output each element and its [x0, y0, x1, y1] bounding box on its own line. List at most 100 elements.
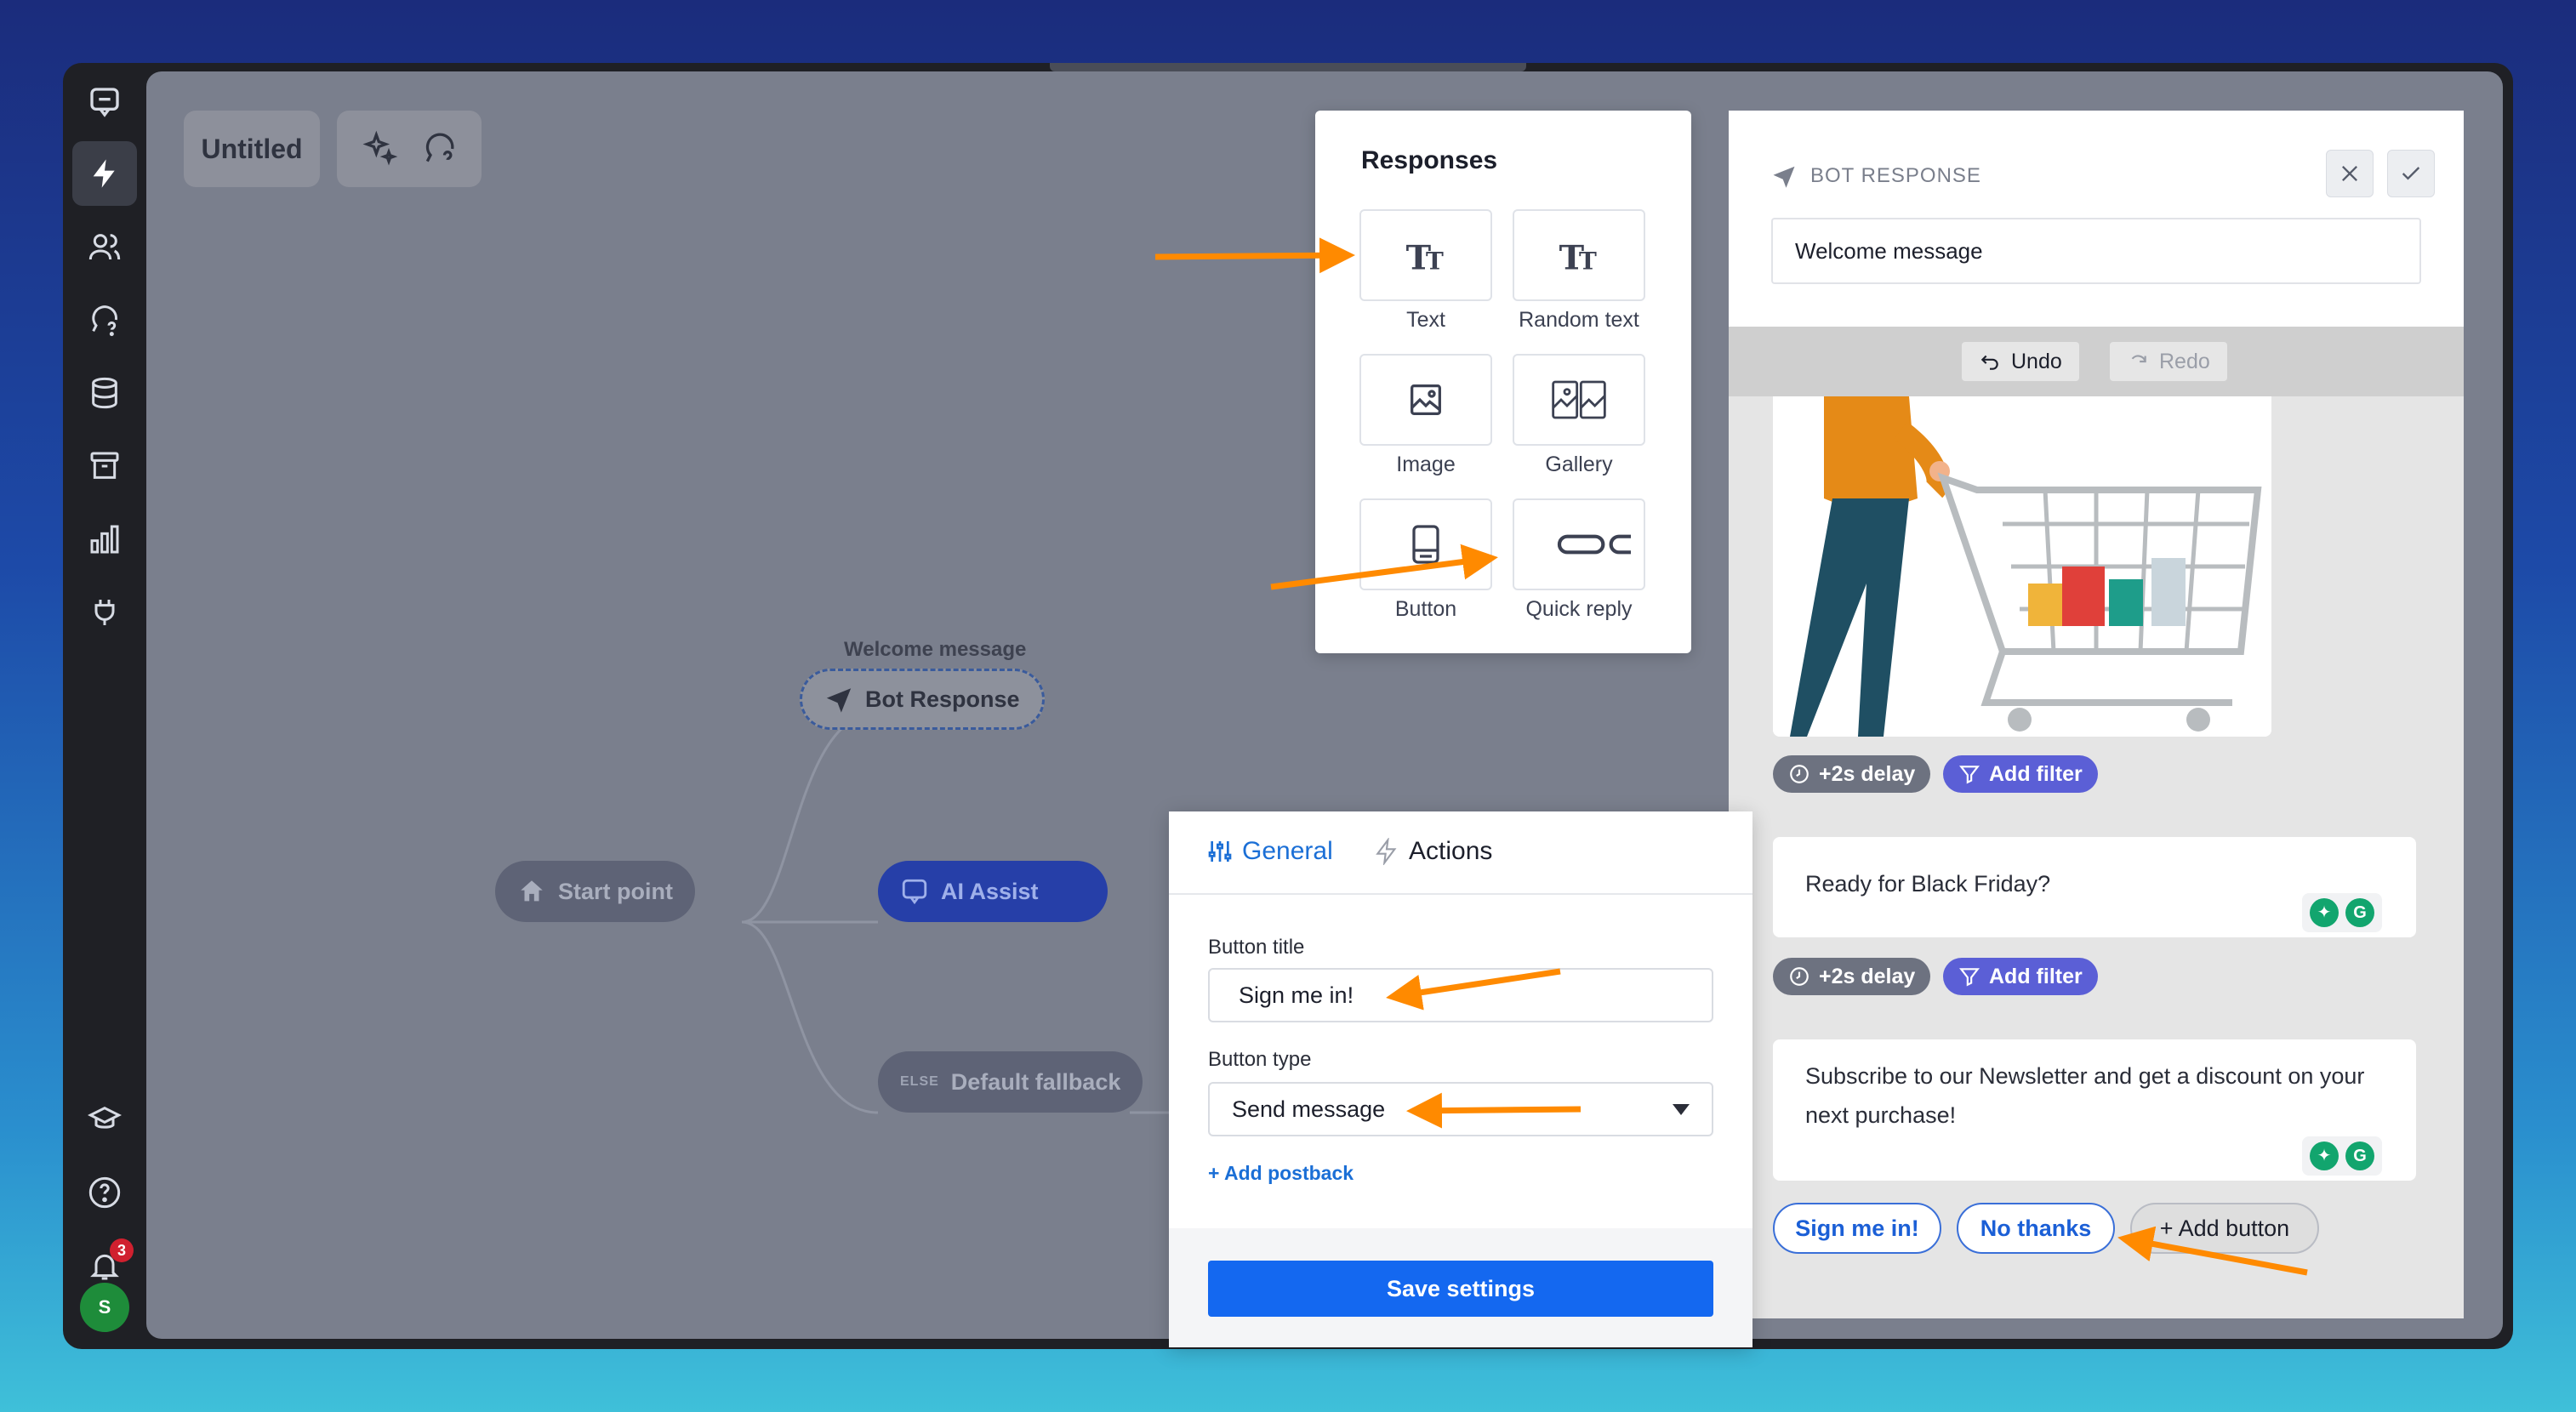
- text-icon: TT: [1406, 238, 1444, 277]
- sidebar: 3 S: [63, 63, 146, 1349]
- default-fallback-node[interactable]: ELSE Default fallback: [878, 1051, 1143, 1113]
- bot-response-node-label: Bot Response: [865, 686, 1020, 712]
- tab-actions-label: Actions: [1409, 837, 1493, 865]
- default-fallback-label: Default fallback: [950, 1068, 1121, 1095]
- send-plane-icon: [1773, 166, 1795, 188]
- add-button[interactable]: + Add button: [2130, 1203, 2319, 1254]
- flows-lightning-icon[interactable]: [72, 141, 137, 206]
- ai-assist-label: AI Assist: [941, 878, 1039, 904]
- button-type-select[interactable]: Send message: [1208, 1082, 1713, 1136]
- delay-tag-1[interactable]: +2s delay: [1773, 755, 1931, 793]
- random-text-icon: TT: [1559, 238, 1597, 277]
- redo-label: Redo: [2159, 349, 2210, 373]
- academy-cap-icon[interactable]: [72, 1087, 137, 1152]
- delay-label-2: +2s delay: [1819, 964, 1916, 988]
- response-item-image-label: Image: [1396, 453, 1456, 476]
- bulb-icon: ✦: [2310, 898, 2339, 927]
- quick-button-sign-me-in[interactable]: Sign me in!: [1773, 1203, 1941, 1254]
- undo-label: Undo: [2011, 349, 2062, 373]
- logo-chat-icon[interactable]: [72, 70, 137, 134]
- filter-icon: [1959, 968, 1980, 987]
- clock-icon: [1790, 765, 1809, 783]
- tab-general[interactable]: General: [1206, 837, 1333, 866]
- message-card-1[interactable]: Ready for Black Friday? ✦ G: [1773, 837, 2416, 937]
- grammarly-icon: G: [2345, 1142, 2374, 1170]
- bot-response-node-title: Welcome message: [844, 638, 1027, 661]
- close-icon: [2342, 166, 2357, 181]
- button-icon: [1412, 525, 1439, 564]
- save-settings-button[interactable]: Save settings: [1208, 1261, 1713, 1317]
- response-item-button-label: Button: [1394, 597, 1457, 621]
- message-text-1: Ready for Black Friday?: [1805, 871, 2051, 897]
- button-type-value: Send message: [1232, 1096, 1386, 1122]
- ai-assist-node[interactable]: AI Assist: [878, 861, 1108, 922]
- close-panel-button[interactable]: [2326, 150, 2374, 197]
- archive-icon[interactable]: [72, 434, 137, 498]
- lightning-icon: [1376, 838, 1397, 865]
- bot-response-panel: BOT RESPONSE Welcome message Undo Redo +…: [1729, 111, 2464, 1318]
- bot-response-title: BOT RESPONSE: [1771, 163, 1981, 189]
- delay-label-1: +2s delay: [1819, 761, 1916, 786]
- svg-text:T: T: [1426, 247, 1444, 275]
- users-icon[interactable]: [72, 214, 137, 279]
- response-name-input[interactable]: Welcome message: [1771, 218, 2421, 284]
- response-item-random-text-label: Random text: [1519, 308, 1639, 332]
- response-item-quick-reply[interactable]: Quick reply: [1513, 498, 1645, 622]
- confirm-panel-button[interactable]: [2387, 150, 2435, 197]
- response-item-image[interactable]: Image: [1359, 354, 1492, 477]
- tab-actions[interactable]: Actions: [1373, 837, 1492, 866]
- response-item-quick-reply-label: Quick reply: [1525, 597, 1633, 621]
- bot-response-title-text: BOT RESPONSE: [1810, 164, 1981, 187]
- responses-popup: Responses TT Text TT Random text Image G…: [1315, 111, 1691, 653]
- redo-icon: [2131, 355, 2146, 363]
- add-filter-button-1[interactable]: Add filter: [1943, 755, 2098, 793]
- clock-icon: [1790, 967, 1809, 986]
- response-item-gallery[interactable]: Gallery: [1513, 354, 1645, 477]
- svg-text:T: T: [1579, 247, 1597, 275]
- start-point-label: Start point: [558, 878, 673, 904]
- notification-badge: 3: [110, 1238, 134, 1262]
- response-item-text-label: Text: [1406, 308, 1445, 332]
- button-title-input[interactable]: Sign me in!: [1208, 968, 1713, 1022]
- responses-title: Responses: [1361, 146, 1498, 174]
- integrations-plug-icon[interactable]: [72, 580, 137, 645]
- conversations-icon[interactable]: [72, 288, 137, 352]
- button-title-label: Button title: [1208, 936, 1305, 959]
- database-icon[interactable]: [72, 361, 137, 425]
- response-item-text[interactable]: TT Text: [1359, 209, 1492, 333]
- bot-response-header: BOT RESPONSE Welcome message: [1729, 111, 2464, 327]
- undo-icon: [1980, 355, 1998, 370]
- filter-icon: [1959, 766, 1980, 784]
- bulb-icon: ✦: [2310, 1142, 2339, 1170]
- message-card-2[interactable]: Subscribe to our Newsletter and get a di…: [1773, 1039, 2416, 1181]
- analytics-icon[interactable]: [72, 507, 137, 572]
- help-icon[interactable]: [72, 1160, 137, 1225]
- shopping-cart-illustration: [1773, 396, 2271, 737]
- settings-tabs: General Actions: [1169, 811, 1752, 895]
- add-filter-label-1: Add filter: [1989, 761, 2083, 786]
- grammarly-widget-1[interactable]: ✦ G: [2302, 893, 2382, 932]
- undo-button[interactable]: Undo: [1962, 342, 2079, 381]
- delay-tag-2[interactable]: +2s delay: [1773, 958, 1931, 995]
- undo-redo-bar: Undo Redo: [1729, 327, 2464, 396]
- user-avatar[interactable]: S: [80, 1283, 129, 1332]
- settings-footer: Save settings: [1169, 1228, 1752, 1347]
- image-icon: [1411, 384, 1441, 415]
- button-settings-popup: General Actions Button title Sign me in!…: [1169, 811, 1752, 1347]
- start-point-node[interactable]: Start point: [495, 861, 695, 922]
- add-postback-link[interactable]: + Add postback: [1208, 1162, 1354, 1185]
- button-type-label: Button type: [1208, 1048, 1312, 1071]
- response-item-random-text[interactable]: TT Random text: [1513, 209, 1645, 333]
- gallery-image-card[interactable]: [1773, 396, 2271, 737]
- chevron-down-icon: [1673, 1104, 1690, 1115]
- quick-button-no-thanks[interactable]: No thanks: [1957, 1203, 2115, 1254]
- response-item-gallery-label: Gallery: [1545, 453, 1613, 476]
- response-item-button[interactable]: Button: [1359, 498, 1492, 622]
- redo-button[interactable]: Redo: [2110, 342, 2227, 381]
- grammarly-widget-2[interactable]: ✦ G: [2302, 1136, 2382, 1176]
- add-filter-button-2[interactable]: Add filter: [1943, 958, 2098, 995]
- message-text-2: Subscribe to our Newsletter and get a di…: [1805, 1063, 2365, 1128]
- check-icon: [2402, 167, 2420, 180]
- bot-response-node[interactable]: Bot Response: [800, 669, 1045, 730]
- gallery-icon: [1552, 380, 1606, 419]
